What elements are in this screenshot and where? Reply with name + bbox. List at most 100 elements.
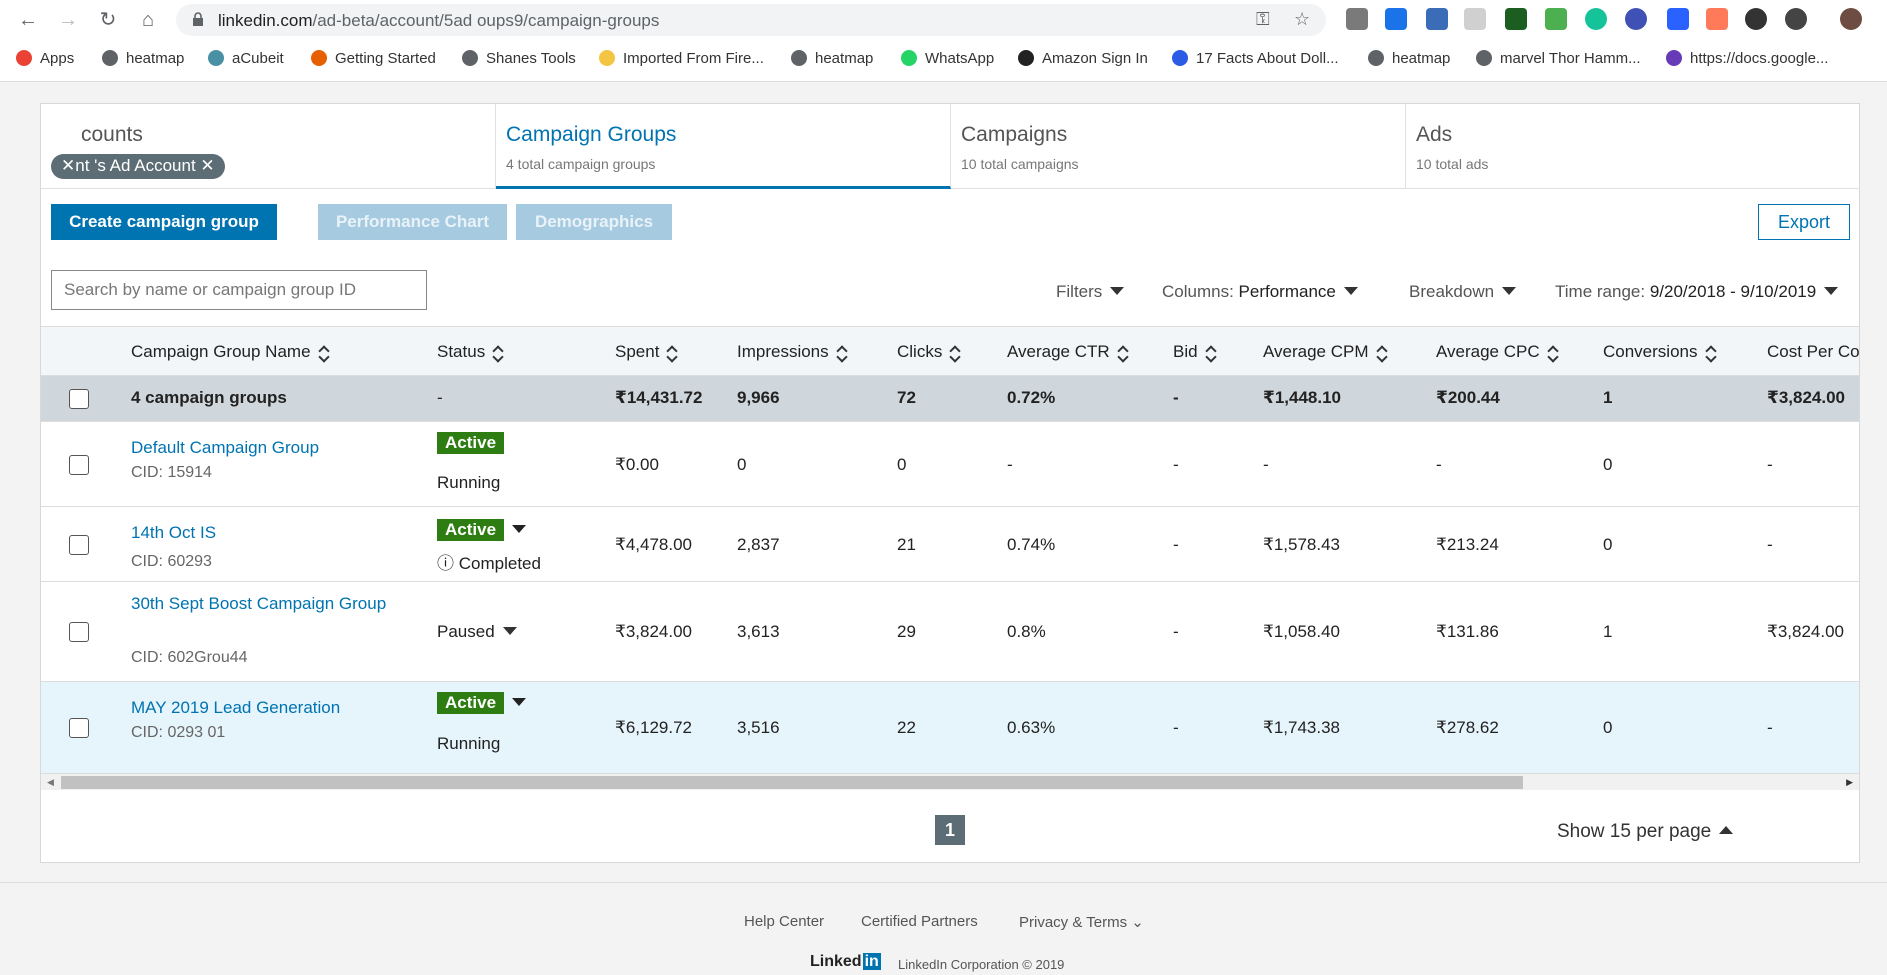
cell-cpa: -	[1767, 718, 1773, 737]
column-header[interactable]: Status	[437, 342, 503, 362]
create-campaign-group-button[interactable]: Create campaign group	[51, 204, 277, 240]
column-header[interactable]: Spent	[615, 342, 677, 362]
extension-icon[interactable]	[1505, 8, 1527, 30]
row-checkbox[interactable]	[69, 622, 89, 642]
tab-ads[interactable]: Ads 10 total ads	[1406, 104, 1860, 189]
scroll-right-icon[interactable]: ▶	[1846, 777, 1853, 788]
bookmark-item[interactable]: marvel Thor Hamm...	[1476, 46, 1641, 70]
export-button[interactable]: Export	[1758, 204, 1850, 240]
footer-divider	[0, 882, 1887, 883]
campaign-group-name-link[interactable]: 30th Sept Boost Campaign Group	[131, 594, 386, 614]
bookmark-item[interactable]: heatmap	[791, 46, 873, 70]
status-label: Paused	[437, 622, 495, 641]
row-checkbox[interactable]	[69, 455, 89, 475]
hubspot-icon[interactable]	[1706, 8, 1728, 30]
tab-accounts[interactable]: counts ✕nt 's Ad Account ✕	[41, 104, 496, 189]
bookmark-item[interactable]: Getting Started	[311, 46, 436, 70]
table-row[interactable]: Default Campaign Group CID: 15914 Active Ru…	[41, 422, 1859, 507]
tab-campaigns[interactable]: Campaigns 10 total campaigns	[951, 104, 1406, 189]
column-header[interactable]: Bid	[1173, 342, 1216, 362]
columns-value: Performance	[1238, 282, 1336, 301]
table-row[interactable]: 14th Oct IS CID: 60293 Active ⓘ Completed ₹4…	[41, 507, 1859, 582]
bookmark-item[interactable]: WhatsApp	[901, 46, 994, 70]
privacy-terms-link[interactable]: Privacy & Terms ⌄	[1019, 913, 1144, 931]
bookmark-icon	[901, 50, 917, 66]
performance-chart-button[interactable]: Performance Chart	[318, 204, 507, 240]
extension-icon[interactable]	[1426, 8, 1448, 30]
table-row[interactable]: MAY 2019 Lead Generation CID: 0293 01 Acti…	[41, 682, 1859, 774]
column-header[interactable]: Cost Per Co	[1767, 342, 1860, 362]
column-header[interactable]: Campaign Group Name	[131, 342, 329, 362]
demographics-button[interactable]: Demographics	[516, 204, 672, 240]
total-conv: 1	[1603, 388, 1613, 407]
columns-dropdown[interactable]: Columns: Performance	[1162, 282, 1358, 302]
campaign-group-name-link[interactable]: Default Campaign Group	[131, 438, 319, 458]
extension-icon[interactable]	[1745, 8, 1767, 30]
star-icon[interactable]: ☆	[1294, 9, 1310, 30]
table-row[interactable]: 30th Sept Boost Campaign Group CID: 602Gr…	[41, 582, 1859, 682]
bookmark-item[interactable]: heatmap	[1368, 46, 1450, 70]
status-badge[interactable]: Active	[437, 519, 527, 541]
bookmark-label: marvel Thor Hamm...	[1500, 49, 1641, 67]
home-icon[interactable]: ⌂	[134, 6, 162, 34]
extension-icon[interactable]	[1667, 8, 1689, 30]
bookmark-item[interactable]: Amazon Sign In	[1018, 46, 1148, 70]
horizontal-scrollbar[interactable]: ◀ ▶	[41, 774, 1859, 790]
status-badge[interactable]: Active	[437, 432, 505, 454]
sort-icon	[1377, 344, 1387, 360]
per-page-dropdown[interactable]: Show 15 per page	[1557, 821, 1734, 843]
filters-dropdown[interactable]: Filters	[1056, 282, 1125, 302]
scroll-left-icon[interactable]: ◀	[47, 777, 54, 788]
cell-clicks: 22	[897, 718, 916, 737]
reload-icon[interactable]: ↻	[94, 6, 122, 34]
column-header[interactable]: Average CPM	[1263, 342, 1387, 362]
status-badge[interactable]: Active	[437, 692, 527, 714]
back-icon[interactable]: ←	[14, 6, 42, 34]
bookmark-item[interactable]: https://docs.google...	[1666, 46, 1828, 70]
breakdown-dropdown[interactable]: Breakdown	[1409, 282, 1517, 302]
bookmark-item[interactable]: Shanes Tools	[462, 46, 576, 70]
caret-down-icon	[1343, 287, 1358, 295]
bookmark-item[interactable]: heatmap	[102, 46, 184, 70]
status-dropdown[interactable]: Paused	[437, 622, 517, 642]
scrollbar-thumb[interactable]	[61, 776, 1523, 789]
bookmark-icon	[1666, 50, 1682, 66]
search-input[interactable]	[51, 270, 427, 310]
tab-campaign-groups[interactable]: Campaign Groups 4 total campaign groups	[496, 104, 951, 189]
extension-icon[interactable]	[1625, 8, 1647, 30]
extension-icon[interactable]	[1545, 8, 1567, 30]
extension-icon[interactable]	[1785, 8, 1807, 30]
bookmark-item[interactable]: 17 Facts About Doll...	[1172, 46, 1339, 70]
avatar[interactable]	[1840, 8, 1862, 30]
row-checkbox[interactable]	[69, 535, 89, 555]
key-icon[interactable]: ⚿	[1256, 9, 1270, 30]
extension-icon[interactable]	[1346, 8, 1368, 30]
help-center-link[interactable]: Help Center	[744, 913, 824, 930]
campaign-group-id: CID: 0293 01	[131, 724, 226, 741]
column-header[interactable]: Clicks	[897, 342, 960, 362]
campaign-group-name-link[interactable]: 14th Oct IS	[131, 523, 216, 543]
bookmark-item[interactable]: Apps	[16, 46, 74, 70]
campaign-group-name-link[interactable]: MAY 2019 Lead Generation	[131, 698, 340, 718]
address-bar[interactable]: linkedin.com/ad-beta/account/5ad oups9/c…	[176, 4, 1326, 36]
column-header[interactable]: Average CPC	[1436, 342, 1558, 362]
bookmark-item[interactable]: Imported From Fire...	[599, 46, 764, 70]
cell-spent: ₹3,824.00	[615, 622, 692, 641]
column-header-label: Conversions	[1603, 342, 1698, 361]
certified-partners-link[interactable]: Certified Partners	[861, 913, 978, 930]
delivery-status-label: Running	[437, 473, 501, 492]
page-1-button[interactable]: 1	[935, 815, 965, 845]
select-all-checkbox[interactable]	[69, 389, 89, 409]
grammarly-icon[interactable]	[1585, 8, 1607, 30]
column-header[interactable]: Conversions	[1603, 342, 1716, 362]
extension-icon[interactable]	[1464, 8, 1486, 30]
row-checkbox[interactable]	[69, 718, 89, 738]
time-range-dropdown[interactable]: Time range: 9/20/2018 - 9/10/2019	[1555, 282, 1839, 302]
bookmark-item[interactable]: aCubeit	[208, 46, 284, 70]
extension-icon[interactable]	[1385, 8, 1407, 30]
column-header[interactable]: Impressions	[737, 342, 847, 362]
column-header[interactable]: Average CTR	[1007, 342, 1128, 362]
column-header-label: Clicks	[897, 342, 943, 361]
account-chip[interactable]: ✕nt 's Ad Account ✕	[51, 154, 225, 179]
forward-icon[interactable]: →	[54, 6, 82, 34]
